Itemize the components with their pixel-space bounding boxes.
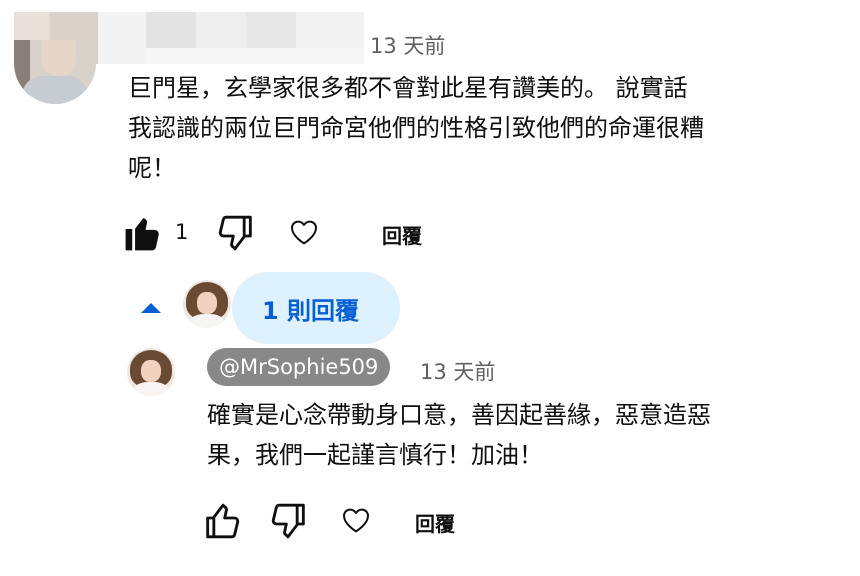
comment-body: 巨門星，玄學家很多都不會對此星有讚美的。 說實話 我認識的兩位巨門命宮他們的性格…	[128, 68, 704, 188]
reply-body: 確實是心念帶動身口意，善因起善緣，惡意造惡 果，我們一起謹言慎行！加油！	[207, 395, 711, 475]
like-count: 1	[175, 220, 189, 244]
redacted-username-block	[246, 12, 296, 48]
thumbs-up-filled-icon[interactable]	[124, 214, 162, 252]
comment-text-line: 我認識的兩位巨門命宮他們的性格引致他們的命運很糟	[128, 114, 704, 142]
reply-text-line: 確實是心念帶動身口意，善因起善緣，惡意造惡	[207, 401, 711, 429]
view-replies-label: 1 則回覆	[262, 297, 360, 325]
redacted-username-block	[296, 12, 364, 48]
replier-avatar-thumbnail	[183, 280, 231, 328]
reply-button[interactable]: 回覆	[382, 220, 422, 249]
redacted-username-block	[146, 48, 364, 64]
comment-timestamp[interactable]: 13 天前	[370, 30, 445, 60]
reply-author-avatar[interactable]	[127, 348, 175, 396]
reply-timestamp[interactable]: 13 天前	[420, 356, 495, 386]
reply-text-line: 果，我們一起謹言慎行！加油！	[207, 441, 543, 469]
thumbs-up-icon[interactable]	[203, 501, 243, 541]
reply-author-handle[interactable]: @MrSophie509	[207, 348, 391, 386]
heart-icon[interactable]	[288, 216, 320, 248]
comment-text-line: 巨門星，玄學家很多都不會對此星有讚美的。 說實話	[128, 74, 688, 102]
thumbs-down-icon[interactable]	[215, 213, 255, 253]
redacted-username-block	[146, 12, 196, 48]
commenter-avatar[interactable]	[14, 40, 96, 104]
heart-icon[interactable]	[340, 504, 372, 536]
comment-text-line: 呢！	[128, 154, 176, 182]
redacted-username-block	[98, 12, 146, 64]
reply-button[interactable]: 回覆	[415, 508, 455, 537]
thumbs-down-icon[interactable]	[268, 501, 308, 541]
caret-up-icon[interactable]	[140, 300, 162, 319]
redacted-username-block	[196, 12, 246, 48]
